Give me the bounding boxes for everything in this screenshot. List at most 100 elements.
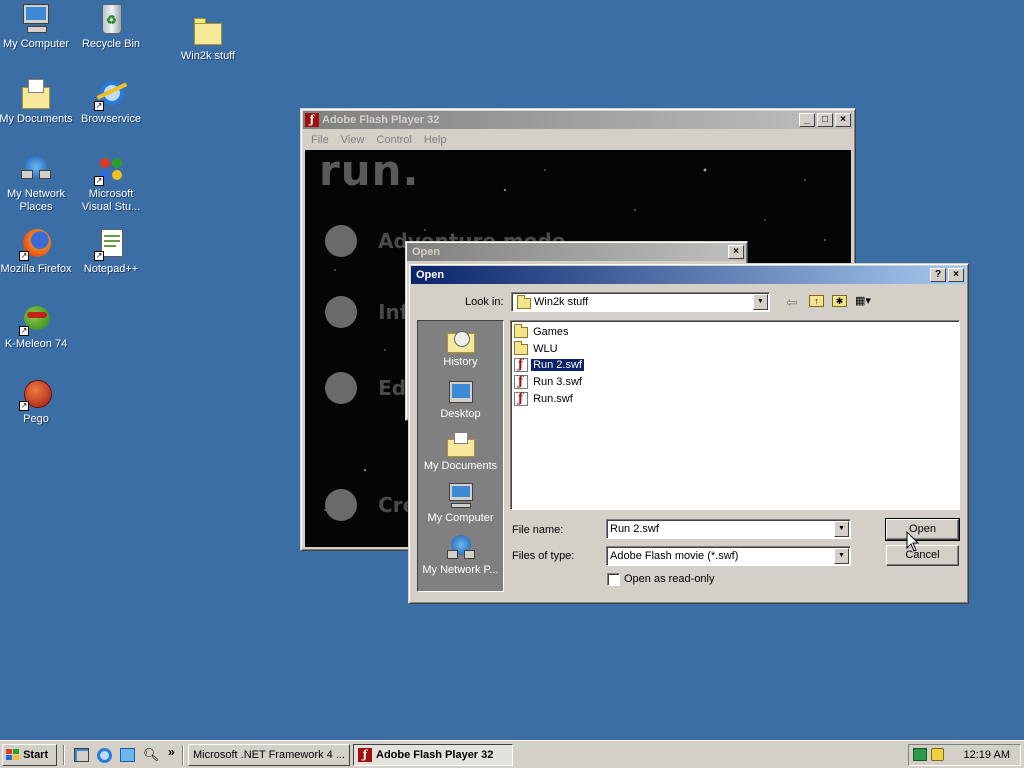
file-name-input[interactable]: Run 2.swf ▼ bbox=[606, 519, 851, 539]
task-label: Adobe Flash Player 32 bbox=[376, 749, 494, 761]
flash-app-icon: ƒ bbox=[305, 113, 319, 127]
flash-app-icon: ƒ bbox=[358, 748, 372, 762]
file-type-label: Files of type: bbox=[512, 550, 575, 562]
chevron-down-icon[interactable]: ▼ bbox=[834, 548, 849, 564]
chevron-down-icon[interactable]: ▼ bbox=[834, 521, 849, 537]
computer-icon bbox=[447, 483, 475, 509]
desktop-icon-k-meleon[interactable]: ↗ K-Meleon 74 bbox=[0, 302, 74, 351]
outlook-express-icon[interactable] bbox=[120, 748, 135, 762]
desktop-icon-label: My Network Places bbox=[6, 188, 66, 213]
desktop-icon-win2k-stuff[interactable]: Win2k stuff bbox=[170, 14, 246, 63]
list-item-wlu[interactable]: WLU bbox=[514, 341, 558, 358]
menu-file[interactable]: File bbox=[305, 134, 335, 146]
desktop-icon-label: My Documents bbox=[0, 113, 73, 125]
start-button[interactable]: Start bbox=[2, 744, 57, 766]
flash-file-icon bbox=[514, 391, 528, 406]
close-button[interactable]: × bbox=[728, 245, 744, 259]
desktop-icon-label: Recycle Bin bbox=[81, 38, 141, 50]
desktop-icon-my-computer[interactable]: My Computer bbox=[0, 2, 74, 51]
search-icon[interactable]: 🔍︎ bbox=[143, 747, 160, 763]
place-label: My Network P... bbox=[422, 564, 499, 576]
view-menu-icon[interactable]: ▦▾ bbox=[855, 294, 877, 308]
file-type-dropdown[interactable]: Adobe Flash movie (*.swf) ▼ bbox=[606, 546, 851, 566]
desktop-icon-label: My Computer bbox=[2, 38, 70, 50]
list-item-run2-swf[interactable]: Run 2.swf bbox=[514, 357, 585, 374]
network-icon bbox=[19, 152, 53, 186]
flash-titlebar[interactable]: ƒ Adobe Flash Player 32 _ □ × bbox=[303, 111, 853, 129]
file-name: Run.swf bbox=[533, 393, 573, 405]
desktop-icon bbox=[447, 379, 475, 405]
file-name: Run 2.swf bbox=[530, 358, 585, 372]
desktop-icon-browservice[interactable]: ↗ Browservice bbox=[73, 77, 149, 126]
place-desktop[interactable]: Desktop bbox=[418, 379, 503, 420]
list-item-run3-swf[interactable]: Run 3.swf bbox=[514, 374, 582, 391]
file-name: WLU bbox=[533, 342, 558, 355]
places-bar: History Desktop My Documents My Computer bbox=[417, 320, 504, 592]
desktop-icon-my-documents[interactable]: My Documents bbox=[0, 77, 74, 126]
desktop-icon-visual-studio[interactable]: ↗ Microsoft Visual Stu... bbox=[73, 152, 149, 214]
internet-explorer-icon: ↗ bbox=[94, 77, 128, 111]
network-icon bbox=[446, 535, 475, 561]
read-only-label[interactable]: Open as read-only bbox=[624, 573, 715, 585]
game-title: run. bbox=[319, 150, 420, 195]
file-type-value: Adobe Flash movie (*.swf) bbox=[610, 550, 739, 562]
taskbar-divider bbox=[63, 745, 65, 765]
place-my-computer[interactable]: My Computer bbox=[418, 483, 503, 524]
back-arrow-icon[interactable]: ⇦ bbox=[786, 294, 798, 311]
look-in-dropdown[interactable]: Win2k stuff ▼ bbox=[511, 292, 770, 312]
menu-help[interactable]: Help bbox=[418, 134, 453, 146]
help-button[interactable]: ? bbox=[930, 268, 946, 282]
place-my-network[interactable]: My Network P... bbox=[418, 535, 503, 576]
file-list[interactable]: Games WLU Run 2.swf Run 3.swf Run.swf bbox=[510, 320, 960, 510]
pego-icon: ↗ bbox=[19, 377, 53, 411]
open-file-dialog[interactable]: Open ? × Look in: Win2k stuff ▼ ⇦ ↑ ✱ ▦▾… bbox=[408, 263, 969, 604]
task-dotnet-framework[interactable]: Microsoft .NET Framework 4 ... bbox=[188, 744, 350, 766]
list-item-run-swf[interactable]: Run.swf bbox=[514, 391, 573, 408]
quicklaunch-more[interactable]: » bbox=[168, 745, 175, 759]
desktop-icon-label: Browservice bbox=[81, 113, 141, 125]
flash-file-icon bbox=[514, 374, 528, 389]
place-label: Desktop bbox=[440, 408, 481, 420]
minimize-button[interactable]: _ bbox=[799, 113, 815, 127]
desktop-icon-my-network-places[interactable]: My Network Places bbox=[0, 152, 74, 214]
place-my-documents[interactable]: My Documents bbox=[418, 431, 503, 472]
read-only-checkbox[interactable] bbox=[607, 573, 620, 586]
menu-bullet-icon bbox=[325, 296, 357, 328]
desktop-icon-pego[interactable]: ↗ Pego bbox=[0, 377, 74, 426]
internet-explorer-icon[interactable] bbox=[97, 748, 112, 763]
show-desktop-icon[interactable] bbox=[74, 748, 89, 762]
notepad-icon: ↗ bbox=[94, 227, 128, 261]
folder-icon bbox=[191, 14, 225, 48]
close-button[interactable]: × bbox=[948, 268, 964, 282]
background-open-titlebar[interactable]: Open × bbox=[407, 243, 746, 261]
menu-bullet-icon bbox=[325, 372, 357, 404]
desktop-icon-label: Notepad++ bbox=[83, 263, 139, 275]
my-documents-icon bbox=[19, 77, 53, 111]
open-dialog-titlebar[interactable]: Open ? × bbox=[411, 266, 966, 284]
open-button[interactable]: Open bbox=[885, 518, 960, 541]
flash-file-icon bbox=[514, 357, 528, 372]
desktop-icon-label: K-Meleon 74 bbox=[4, 338, 68, 350]
list-item-games[interactable]: Games bbox=[514, 324, 569, 341]
menu-view[interactable]: View bbox=[335, 134, 371, 146]
menu-control[interactable]: Control bbox=[370, 134, 417, 146]
up-folder-icon[interactable]: ↑ bbox=[809, 295, 824, 307]
maximize-button[interactable]: □ bbox=[817, 113, 833, 127]
cancel-button[interactable]: Cancel bbox=[886, 545, 959, 566]
new-folder-icon[interactable]: ✱ bbox=[832, 295, 847, 307]
close-button[interactable]: × bbox=[835, 113, 851, 127]
network-tray-icon[interactable] bbox=[913, 748, 927, 761]
task-flash-player[interactable]: ƒ Adobe Flash Player 32 bbox=[353, 744, 513, 766]
file-name-value: Run 2.swf bbox=[610, 523, 659, 535]
desktop-icon-recycle-bin[interactable]: ♻ Recycle Bin bbox=[73, 2, 149, 51]
desktop-icon-notepad-plus-plus[interactable]: ↗ Notepad++ bbox=[73, 227, 149, 276]
volume-tray-icon[interactable] bbox=[931, 748, 944, 761]
chevron-down-icon[interactable]: ▼ bbox=[753, 294, 768, 310]
system-tray: 12:19 AM bbox=[908, 744, 1021, 766]
place-label: My Documents bbox=[423, 460, 498, 472]
start-label: Start bbox=[23, 749, 49, 761]
place-history[interactable]: History bbox=[418, 327, 503, 368]
look-in-label: Look in: bbox=[465, 296, 504, 308]
file-name-label: File name: bbox=[512, 524, 564, 536]
desktop-icon-firefox[interactable]: ↗ Mozilla Firefox bbox=[0, 227, 74, 276]
